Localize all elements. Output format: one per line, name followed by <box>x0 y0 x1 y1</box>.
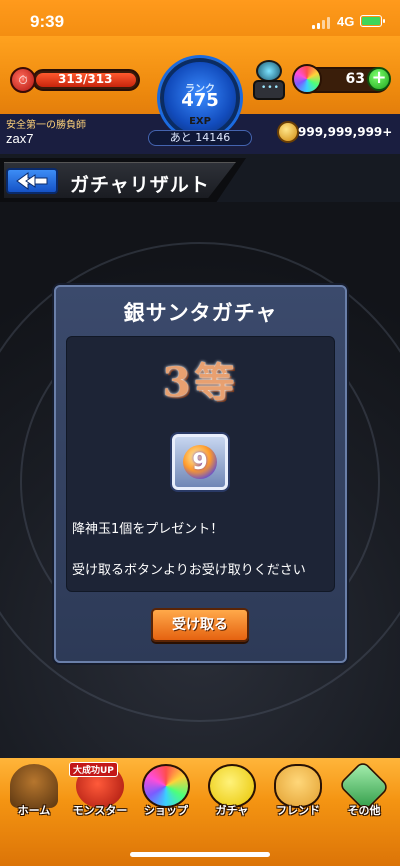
reward-message: 降神玉1個をプレゼント！ <box>72 522 224 537</box>
great-success-badge: 大成功UP <box>69 762 118 777</box>
status-time: 9:39 <box>30 12 65 31</box>
stamina-icon: ⏱ <box>10 67 36 93</box>
exp-label: EXP <box>189 116 211 127</box>
nav-shop-label: ショップ <box>144 804 188 817</box>
nav-gacha[interactable]: ガチャ <box>200 762 264 824</box>
receive-button[interactable]: 受け取る <box>151 608 249 642</box>
rank-value: 475 <box>181 90 219 111</box>
player-name: zax7 <box>6 131 34 146</box>
coin-icon <box>277 121 299 143</box>
battery-icon <box>360 15 385 27</box>
signal-icon <box>312 17 332 29</box>
nav-friend-label: フレンド <box>276 804 320 817</box>
nav-other-label: その他 <box>347 804 381 817</box>
dialog-title: 銀サンタガチャ <box>123 301 278 325</box>
orb-icon <box>292 64 322 94</box>
add-orb-button[interactable]: + <box>367 67 391 91</box>
back-arrow-icon <box>16 172 48 190</box>
back-button[interactable] <box>6 168 58 194</box>
item-box-icon[interactable] <box>252 60 286 100</box>
nav-home[interactable]: ホーム <box>2 762 66 824</box>
coin-count: 999,999,999+ <box>298 125 393 139</box>
nav-other[interactable]: その他 <box>332 759 396 824</box>
reward-item[interactable]: 9 <box>172 434 228 490</box>
result-rank: 3等 <box>162 359 239 406</box>
exp-remaining: あと 14146 <box>148 130 252 146</box>
nav-shop[interactable]: ショップ <box>134 762 198 824</box>
page-title: ガチャリザルト <box>70 174 210 196</box>
player-title: 安全第一の勝負師 <box>6 120 86 131</box>
home-indicator[interactable] <box>130 852 270 857</box>
stamina-value: 313/313 <box>58 72 113 86</box>
nav-home-label: ホーム <box>17 804 51 817</box>
receive-instruction: 受け取るボタンよりお受け取りください <box>72 563 306 578</box>
nav-friend[interactable]: フレンド <box>266 762 330 824</box>
kojin-gem-icon: 9 <box>183 445 217 479</box>
nav-monster-label: モンスター <box>72 804 128 817</box>
orb-count: 63 <box>345 71 365 87</box>
nav-gacha-label: ガチャ <box>215 804 249 817</box>
network-type: 4G <box>337 14 355 29</box>
